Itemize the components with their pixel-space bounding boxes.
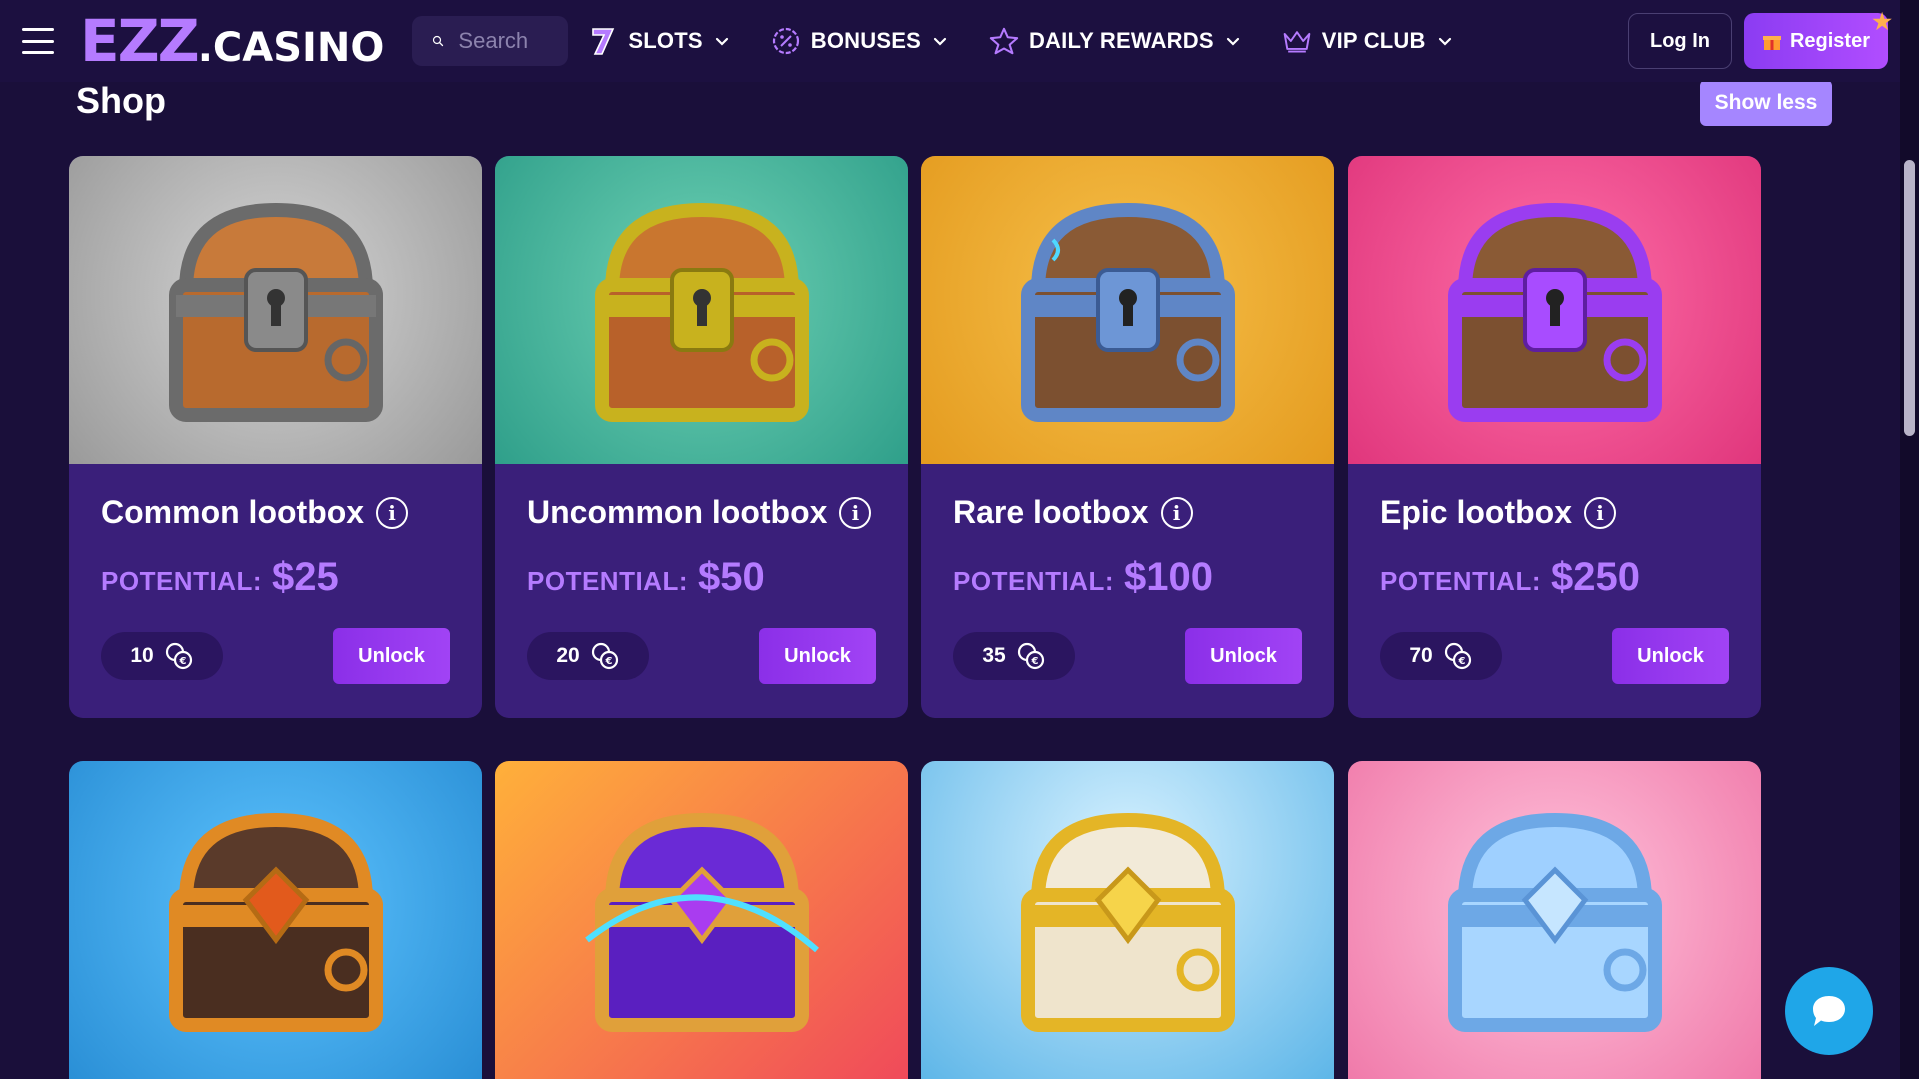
lootbox-name: Epic lootbox i xyxy=(1380,494,1729,531)
logo[interactable]: EZZ .CASINO xyxy=(80,12,384,71)
potential-amount: $25 xyxy=(272,555,339,599)
menu-icon[interactable] xyxy=(22,28,54,54)
lootbox-card-mythic xyxy=(495,761,908,1079)
potential-label: POTENTIAL: xyxy=(953,566,1114,596)
search-icon xyxy=(433,35,444,47)
star-icon xyxy=(989,26,1019,56)
nav-slots-label: SLOTS xyxy=(628,28,703,53)
svg-text:€: € xyxy=(1457,656,1465,667)
chat-icon xyxy=(1813,996,1845,1026)
show-less-button[interactable]: Show less xyxy=(1700,80,1832,126)
lootbox-card-divine xyxy=(921,761,1334,1079)
lootbox-name-text: Epic lootbox xyxy=(1380,494,1572,530)
login-button[interactable]: Log In xyxy=(1627,13,1732,69)
lootbox-name: Common lootbox i xyxy=(101,494,450,531)
svg-text:€: € xyxy=(1030,656,1038,667)
coin-cost-value: 70 xyxy=(1409,644,1433,667)
search-box[interactable] xyxy=(412,16,569,66)
nav-vip-club[interactable]: VIP CLUB xyxy=(1282,26,1454,56)
potential-amount: $50 xyxy=(698,555,765,599)
auth-buttons: Log In Register ★ xyxy=(1627,9,1892,69)
chevron-down-icon xyxy=(933,37,947,46)
potential-amount: $250 xyxy=(1551,555,1640,599)
seven-icon xyxy=(588,26,618,56)
uncommon-chest-image xyxy=(495,156,908,464)
crown-icon xyxy=(1282,26,1312,56)
rare-chest-image xyxy=(921,156,1334,464)
lootbox-card-legendary xyxy=(69,761,482,1079)
coins-icon: € xyxy=(165,642,192,670)
lootbox-card-uncommon: Uncommon lootbox i POTENTIAL: $50 20 € Unl… xyxy=(495,156,908,718)
golden-chest-image xyxy=(921,761,1334,1079)
common-chest-image xyxy=(69,156,482,464)
lootbox-card-common: Common lootbox i POTENTIAL: $25 10 € Unloc… xyxy=(69,156,482,718)
epic-chest-image xyxy=(1348,156,1761,464)
coin-cost: 20 € xyxy=(527,632,649,680)
shop-title: Shop xyxy=(76,80,166,121)
lootbox-card-diamond xyxy=(1348,761,1761,1079)
potential-label: POTENTIAL: xyxy=(527,566,688,596)
info-icon[interactable]: i xyxy=(376,496,409,529)
coin-cost: 35 € xyxy=(953,632,1075,680)
potential-label: POTENTIAL: xyxy=(1380,566,1541,596)
coin-cost-value: 35 xyxy=(982,644,1006,667)
top-header: EZZ .CASINO SLOTS BONUSES DAILY REWARDS … xyxy=(0,0,1900,82)
unlock-button[interactable]: Unlock xyxy=(333,628,450,684)
chat-button[interactable] xyxy=(1785,967,1873,1055)
chevron-down-icon xyxy=(1438,37,1451,46)
coin-cost: 70 € xyxy=(1380,632,1502,680)
logo-suffix: .CASINO xyxy=(197,24,385,71)
svg-text:€: € xyxy=(178,656,186,667)
register-button[interactable]: Register ★ xyxy=(1743,9,1892,69)
coins-icon: € xyxy=(1017,642,1044,670)
unlock-button[interactable]: Unlock xyxy=(1612,628,1729,684)
unlock-button[interactable]: Unlock xyxy=(1185,628,1302,684)
lootbox-card-epic: Epic lootbox i POTENTIAL: $250 70 € Unlock xyxy=(1348,156,1761,718)
unlock-button[interactable]: Unlock xyxy=(759,628,876,684)
coins-icon: € xyxy=(591,642,618,670)
logo-main: EZZ xyxy=(80,6,200,75)
lootbox-card-rare: Rare lootbox i POTENTIAL: $100 35 € Unlock xyxy=(921,156,1334,718)
nav-bonuses-label: BONUSES xyxy=(810,28,921,53)
svg-text:€: € xyxy=(604,656,612,667)
sparkle-icon: ★ xyxy=(1872,9,1892,34)
chevron-down-icon xyxy=(1226,37,1239,46)
arcane-chest-image xyxy=(495,761,908,1079)
gift-icon xyxy=(1762,36,1781,50)
percent-badge-icon xyxy=(771,26,801,56)
lootbox-name-text: Rare lootbox xyxy=(953,494,1149,530)
info-icon[interactable]: i xyxy=(1160,496,1193,529)
lootbox-name-text: Common lootbox xyxy=(101,494,365,530)
page-scrollbar[interactable] xyxy=(1900,0,1919,1079)
potential-amount: $100 xyxy=(1124,555,1213,599)
coins-icon: € xyxy=(1444,642,1471,670)
fire-chest-image xyxy=(69,761,482,1079)
lootbox-name-text: Uncommon lootbox xyxy=(527,494,828,530)
lootbox-name: Uncommon lootbox i xyxy=(527,494,876,531)
coin-cost-value: 20 xyxy=(556,644,580,667)
potential-label: POTENTIAL: xyxy=(101,566,262,596)
nav-slots[interactable]: SLOTS xyxy=(588,26,730,56)
search-input[interactable] xyxy=(458,28,549,54)
info-icon[interactable]: i xyxy=(1584,496,1616,529)
nav-bonuses[interactable]: BONUSES xyxy=(771,26,949,56)
nav-daily-rewards[interactable]: DAILY REWARDS xyxy=(989,26,1242,56)
chevron-down-icon xyxy=(715,37,728,46)
coin-cost-value: 10 xyxy=(130,644,154,667)
lootbox-name: Rare lootbox i xyxy=(953,494,1302,531)
coin-cost: 10 € xyxy=(101,632,223,680)
scrollbar-thumb[interactable] xyxy=(1904,160,1915,436)
register-label: Register xyxy=(1789,29,1870,52)
nav-vip-club-label: VIP CLUB xyxy=(1321,28,1426,53)
nav-daily-rewards-label: DAILY REWARDS xyxy=(1028,28,1214,53)
diamond-chest-image xyxy=(1348,761,1761,1079)
info-icon[interactable]: i xyxy=(839,496,872,529)
